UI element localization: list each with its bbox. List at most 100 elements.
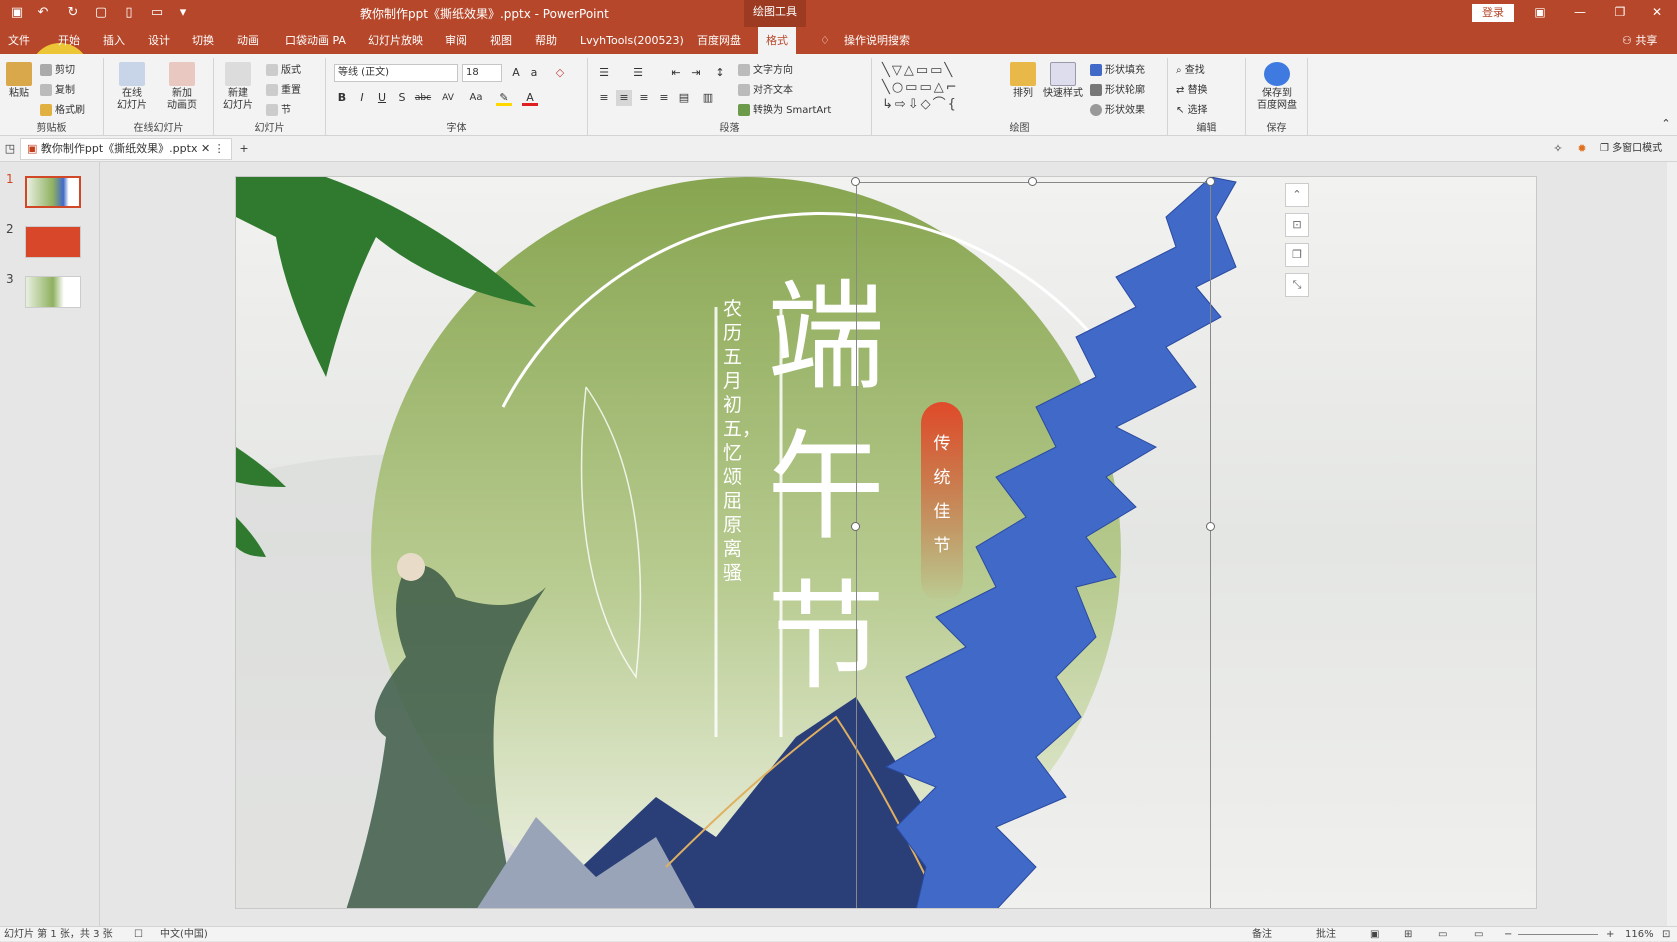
italic-button[interactable]: I <box>354 90 370 106</box>
replace-button[interactable]: ⇄ 替换 <box>1176 82 1208 100</box>
zoom-out-icon[interactable]: − <box>1504 927 1512 942</box>
align-right-icon[interactable]: ≡ <box>636 90 652 106</box>
line-spacing-icon[interactable]: ↕ <box>712 65 728 81</box>
resize-icon[interactable]: ⤡ <box>1285 273 1309 297</box>
copy-button[interactable]: 复制 <box>40 82 75 100</box>
login-button[interactable]: 登录 <box>1472 4 1514 22</box>
tab-review[interactable]: 审阅 <box>445 27 467 54</box>
copy-format-icon[interactable]: ❐ <box>1285 243 1309 267</box>
numbering-icon[interactable]: ☰ <box>630 65 646 81</box>
tab-view[interactable]: 视图 <box>490 27 512 54</box>
tab-slideshow[interactable]: 幻灯片放映 <box>368 27 423 54</box>
save-icon[interactable]: ▣ <box>8 4 26 22</box>
align-text-button[interactable]: 对齐文本 <box>738 82 793 100</box>
font-size-dropdown[interactable]: 18 <box>462 64 502 82</box>
section-button[interactable]: 节 <box>266 102 291 120</box>
new-slide-button[interactable]: 新建 幻灯片 <box>218 62 258 112</box>
paste-button[interactable]: 粘贴 <box>4 62 34 100</box>
tab-transitions[interactable]: 切换 <box>192 27 214 54</box>
underline-button[interactable]: U <box>374 90 390 106</box>
resize-handle[interactable] <box>851 522 860 531</box>
slide-thumbnail-2[interactable] <box>25 226 81 258</box>
justify-icon[interactable]: ≡ <box>656 90 672 106</box>
font-color-icon[interactable]: A <box>522 90 538 106</box>
save-to-baidu-button[interactable]: 保存到 百度网盘 <box>1250 62 1304 112</box>
resize-handle[interactable] <box>1206 522 1215 531</box>
reset-button[interactable]: 重置 <box>266 82 301 100</box>
tab-menu-icon[interactable]: ◳ <box>2 141 18 157</box>
undo-icon[interactable]: ↶ <box>34 4 52 22</box>
close-tab-icon[interactable]: ✕ <box>201 142 210 155</box>
layout-options-icon[interactable]: ⊡ <box>1285 213 1309 237</box>
close-button[interactable]: ✕ <box>1637 0 1677 24</box>
highlight-icon[interactable]: ✎ <box>496 90 512 106</box>
search-hint[interactable]: 操作说明搜索 <box>844 27 910 54</box>
tab-more-icon[interactable]: ⋮ <box>214 142 225 155</box>
collapse-ribbon-icon[interactable]: ⌃ <box>1658 116 1674 132</box>
find-button[interactable]: ⌕ 查找 <box>1176 62 1205 80</box>
comments-button[interactable]: 批注 <box>1316 927 1336 942</box>
document-tab[interactable]: ▣ 教你制作ppt《撕纸效果》.pptx ✕ ⋮ <box>20 138 232 160</box>
distributed-icon[interactable]: ▤ <box>676 90 692 106</box>
zoom-level[interactable]: 116% <box>1625 927 1654 942</box>
align-left-icon[interactable]: ≡ <box>596 90 612 106</box>
redo-icon[interactable]: ↻ <box>64 4 82 22</box>
customize-qa-icon[interactable]: ▾ <box>174 4 192 22</box>
slideshow-icon[interactable]: ▭ <box>1474 927 1483 942</box>
shrink-font-icon[interactable]: a <box>526 65 542 81</box>
notes-button[interactable]: 备注 <box>1252 927 1272 942</box>
bold-button[interactable]: B <box>334 90 350 106</box>
open-icon[interactable]: ▭ <box>148 4 166 22</box>
pin-icon[interactable]: ✧ <box>1550 141 1566 157</box>
increase-indent-icon[interactable]: ⇥ <box>688 65 704 81</box>
tab-format[interactable]: 格式 <box>758 27 796 54</box>
resize-handle[interactable] <box>851 177 860 186</box>
columns-icon[interactable]: ▥ <box>700 90 716 106</box>
resize-handle[interactable] <box>1206 177 1215 186</box>
online-slides-button[interactable]: 在线 幻灯片 <box>112 62 152 112</box>
change-case-button[interactable]: Aa <box>466 90 486 106</box>
sorter-view-icon[interactable]: ⊞ <box>1404 927 1412 942</box>
settings-icon[interactable]: ✹ <box>1574 141 1590 157</box>
fit-slide-icon[interactable]: ⊡ <box>1662 927 1670 942</box>
tab-design[interactable]: 设计 <box>148 27 170 54</box>
collapse-up-icon[interactable]: ⌃ <box>1285 183 1309 207</box>
shape-outline-button[interactable]: 形状轮廓 <box>1090 82 1145 100</box>
present-icon[interactable]: ▢ <box>92 4 110 22</box>
language[interactable]: 中文(中国) <box>160 927 208 942</box>
align-center-icon[interactable]: ≡ <box>616 90 632 106</box>
font-name-dropdown[interactable]: 等线 (正文) <box>334 64 458 82</box>
multiwindow-button[interactable]: ❐ 多窗口模式 <box>1600 140 1662 158</box>
restore-button[interactable]: ❐ <box>1600 0 1640 24</box>
tab-pocket-animation[interactable]: 口袋动画 PA <box>285 27 346 54</box>
rotate-handle[interactable] <box>1028 177 1037 186</box>
slide-thumbnail-1[interactable] <box>25 176 81 208</box>
grow-font-icon[interactable]: A <box>508 65 524 81</box>
tab-file[interactable]: 文件 <box>8 27 30 54</box>
char-spacing-button[interactable]: AV <box>438 90 458 106</box>
share-button[interactable]: ⚇ 共享 <box>1622 27 1657 54</box>
clear-format-icon[interactable]: ◇ <box>552 65 568 81</box>
text-direction-button[interactable]: 文字方向 <box>738 62 793 80</box>
zoom-slider[interactable] <box>1518 934 1598 935</box>
new-tab-icon[interactable]: + <box>236 141 252 157</box>
accessibility-icon[interactable]: ☐ <box>134 927 143 942</box>
layout-button[interactable]: 版式 <box>266 62 301 80</box>
shapes-gallery[interactable]: ╲▽△▭▭╲ ╲○▭▭△⌐ ↳⇨⇩◇⌒{ <box>882 62 1000 114</box>
tab-baidu[interactable]: 百度网盘 <box>697 27 741 54</box>
reading-view-icon[interactable]: ▭ <box>1438 927 1447 942</box>
normal-view-icon[interactable]: ▣ <box>1370 927 1379 942</box>
strikethrough-button[interactable]: abc <box>412 90 434 106</box>
shadow-button[interactable]: S <box>394 90 410 106</box>
smartart-button[interactable]: 转换为 SmartArt <box>738 102 831 120</box>
tab-insert[interactable]: 插入 <box>103 27 125 54</box>
slide-1[interactable]: 端 午 节 农历五月初五，忆颂屈原离骚 传 统 佳 节 <box>235 176 1537 909</box>
select-button[interactable]: ↖ 选择 <box>1176 102 1208 120</box>
bullets-icon[interactable]: ☰ <box>596 65 612 81</box>
new-file-icon[interactable]: ▯ <box>120 4 138 22</box>
tab-home[interactable]: 开始 <box>58 27 80 54</box>
zoom-in-icon[interactable]: + <box>1606 927 1614 942</box>
decrease-indent-icon[interactable]: ⇤ <box>668 65 684 81</box>
format-painter-button[interactable]: 格式刷 <box>40 102 85 120</box>
cut-button[interactable]: 剪切 <box>40 62 75 80</box>
